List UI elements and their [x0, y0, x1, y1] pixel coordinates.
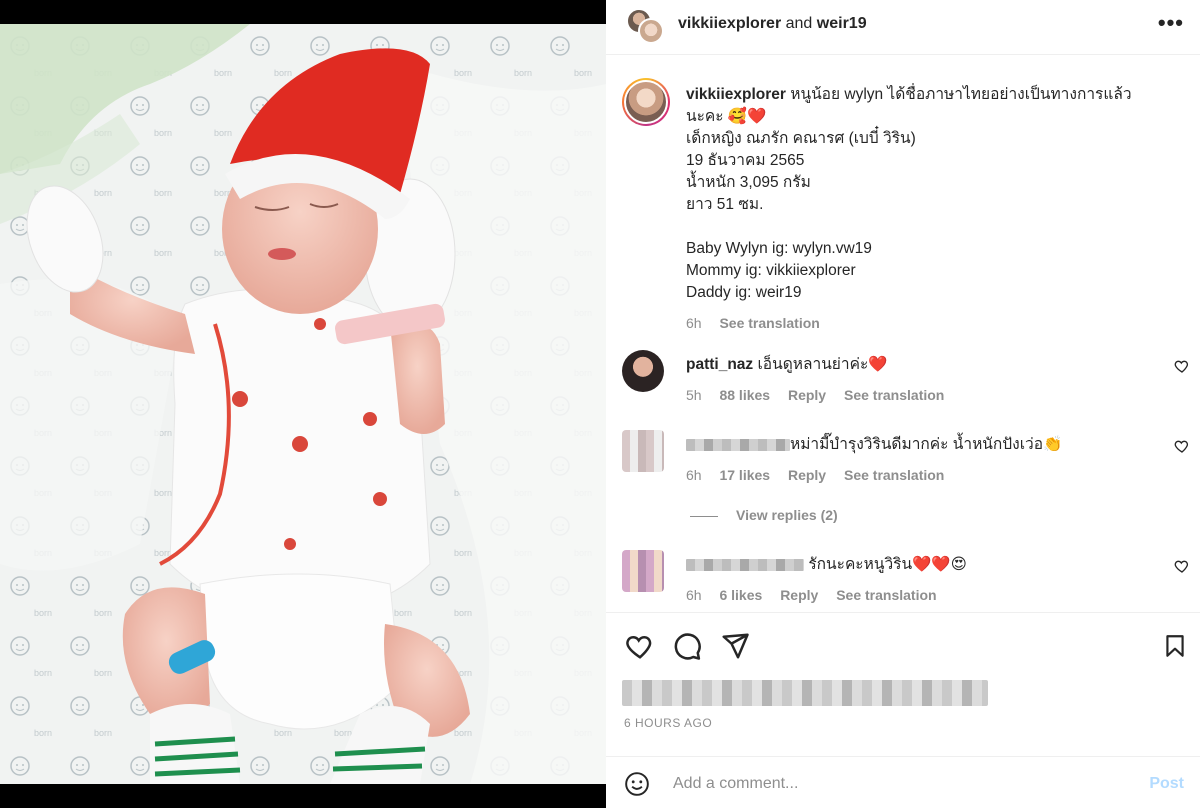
comment-time: 6h [686, 587, 702, 603]
caption-text: vikkiiexplorer หนูน้อย wylyn ได้ชื่อภาษา… [686, 84, 1166, 334]
caption-line: น้ำหนัก 3,095 กรัม [686, 174, 811, 191]
post-side-panel: vikkiiexplorer and weir19 ••• vikkiiexpl… [606, 0, 1200, 808]
comment-text: หม่ามี๊บำรุงวิรินดีมากค่ะ น้ำหนักปังเว่อ… [790, 436, 1063, 453]
liked-by-redacted [622, 680, 988, 706]
post-photo[interactable]: born [0, 24, 606, 784]
caption-line: นะคะ 🥰❤️ [686, 108, 767, 125]
caption-line: 19 ธันวาคม 2565 [686, 152, 805, 169]
author-username-link[interactable]: vikkiiexplorer [678, 15, 781, 32]
avatar[interactable] [622, 430, 664, 472]
caption-line: Baby Wylyn ig: wylyn.vw19 [686, 240, 872, 257]
comment-time: 5h [686, 387, 702, 403]
instagram-post-window: born [0, 0, 1200, 808]
comment-likes-link[interactable]: 17 likes [719, 467, 770, 483]
post-time-ago: 6 HOURS AGO [624, 716, 713, 730]
comment-meta: 5h 88 likes Reply See translation [686, 384, 1156, 406]
caption-line: เด็กหญิง ณภรัก คณารศ (เบบี๋ วิริน) [686, 130, 916, 147]
heart-icon[interactable] [1174, 558, 1190, 574]
see-translation-link[interactable]: See translation [844, 387, 944, 403]
caption-line: ยาว 51 ซม. [686, 196, 764, 213]
comment-likes-link[interactable]: 6 likes [719, 587, 762, 603]
heart-icon[interactable] [624, 631, 656, 661]
caption-meta: 6h See translation [686, 312, 1166, 334]
caption-username-link[interactable]: vikkiiexplorer [686, 86, 786, 103]
comment-time: 6h [686, 467, 702, 483]
caption-line: หนูน้อย wylyn ได้ชื่อภาษาไทยอย่างเป็นทาง… [790, 86, 1132, 103]
comment-input[interactable]: Add a comment... [673, 775, 798, 793]
post-authors: vikkiiexplorer and weir19 [678, 15, 867, 33]
comment-body: patti_naz เอ็นดูหลานย่าค่ะ❤️ 5h 88 likes… [686, 354, 1156, 406]
caption-line: Mommy ig: vikkiiexplorer [686, 262, 856, 279]
see-translation-link[interactable]: See translation [836, 587, 936, 603]
comment-username-link[interactable]: patti_naz [686, 356, 753, 373]
see-translation-link[interactable]: See translation [719, 315, 819, 331]
comment-body: รักนะคะหนูวิริน❤️❤️😍 6h 6 likes Reply Se… [686, 554, 1156, 606]
heart-icon[interactable] [1174, 438, 1190, 454]
comment-icon[interactable] [672, 631, 702, 661]
newborn-photo-illustration: born [0, 24, 606, 784]
view-replies-button[interactable]: View replies (2) [690, 507, 838, 523]
reply-button[interactable]: Reply [788, 387, 826, 403]
divider-dash [690, 515, 718, 517]
author-conjunction: and [785, 15, 813, 32]
reply-button[interactable]: Reply [780, 587, 818, 603]
post-actions [606, 612, 1200, 674]
avatar[interactable] [638, 18, 664, 44]
comment-likes-link[interactable]: 88 likes [719, 387, 770, 403]
post-comment-button[interactable]: Post [1149, 775, 1184, 793]
comment-body: หม่ามี๊บำรุงวิรินดีมากค่ะ น้ำหนักปังเว่อ… [686, 434, 1156, 486]
caption-time: 6h [686, 315, 702, 331]
comment-text: รักนะคะหนูวิริน❤️❤️😍 [808, 556, 967, 573]
heart-icon[interactable] [1174, 358, 1190, 374]
comment-meta: 6h 6 likes Reply See translation [686, 584, 1156, 606]
smiley-icon[interactable] [624, 771, 650, 797]
view-replies-label: View replies (2) [736, 507, 838, 523]
avatar[interactable] [622, 350, 664, 392]
author-username-link[interactable]: weir19 [817, 15, 867, 32]
reply-button[interactable]: Reply [788, 467, 826, 483]
post-header: vikkiiexplorer and weir19 ••• [606, 0, 1200, 55]
add-comment-bar: Add a comment... Post [606, 756, 1200, 808]
avatar[interactable] [622, 78, 670, 126]
redacted-username [686, 438, 790, 451]
see-translation-link[interactable]: See translation [844, 467, 944, 483]
bookmark-icon[interactable] [1162, 631, 1188, 661]
send-icon[interactable] [720, 631, 750, 661]
redacted-username [686, 558, 804, 571]
more-options-icon[interactable]: ••• [1158, 12, 1184, 34]
avatar[interactable] [622, 550, 664, 592]
comment-text: เอ็นดูหลานย่าค่ะ❤️ [757, 356, 888, 373]
comment-meta: 6h 17 likes Reply See translation [686, 464, 1156, 486]
caption-line: Daddy ig: weir19 [686, 284, 802, 301]
